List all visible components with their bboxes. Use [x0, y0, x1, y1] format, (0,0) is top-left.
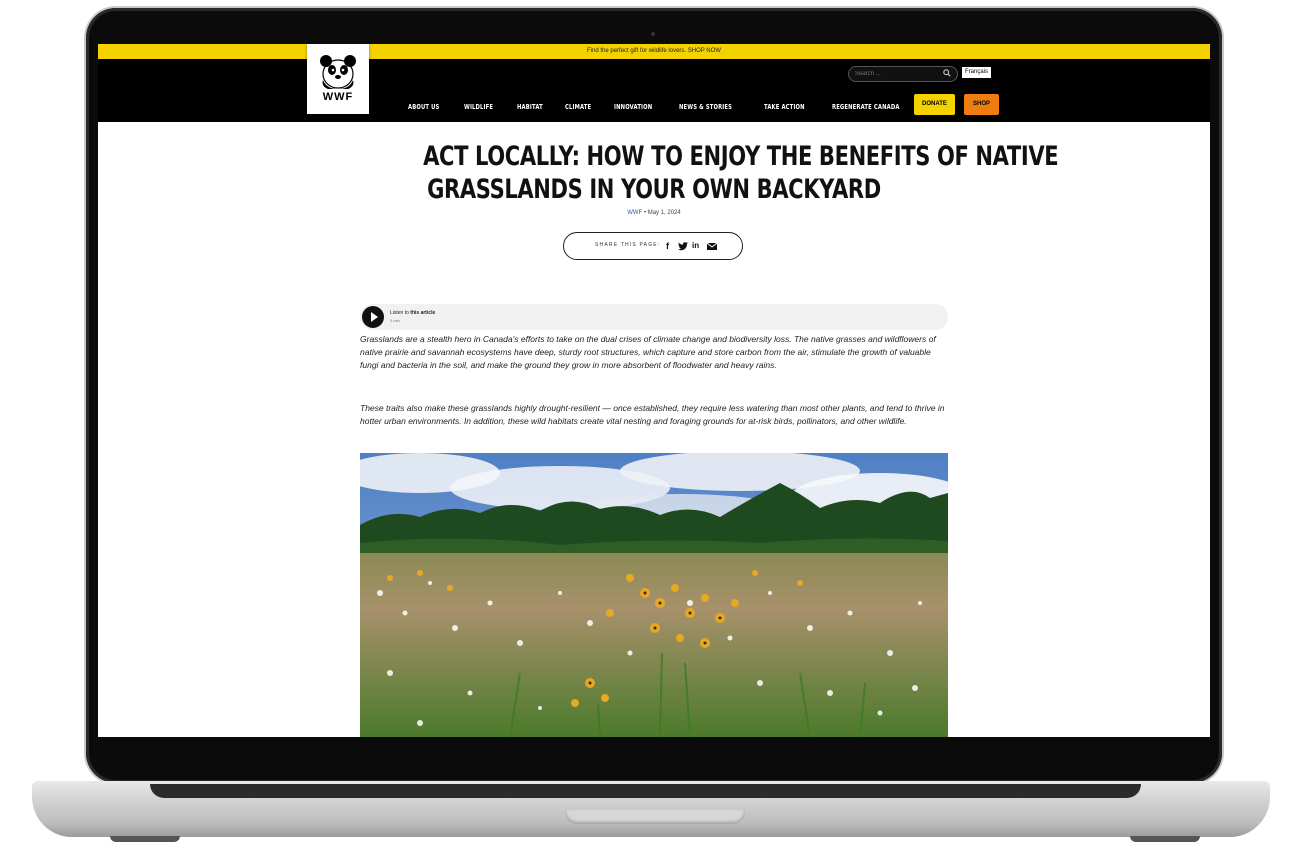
audio-duration: 3 min — [390, 318, 400, 323]
promo-banner[interactable]: Find the perfect gift for wildlife lover… — [98, 44, 1210, 59]
audio-label-bold: this article — [410, 310, 436, 316]
promo-text[interactable]: Find the perfect gift for wildlife lover… — [587, 48, 721, 54]
wildflower-meadow-image — [360, 453, 948, 737]
audio-player: Listen to this article 3 min — [360, 304, 948, 330]
shop-button[interactable]: SHOP — [964, 94, 999, 115]
title-line-2: GRASSLANDS IN YOUR OWN BACKYARD — [427, 174, 881, 205]
site-header: Français ABOUT US WILDLIFE HABITAT CLIMA… — [98, 59, 1210, 122]
share-label: SHARE THIS PAGE: — [595, 242, 661, 248]
twitter-icon[interactable] — [678, 242, 688, 251]
nav-item-habitat[interactable]: HABITAT — [517, 100, 543, 114]
language-link[interactable]: Français — [962, 67, 992, 78]
article-photo — [360, 453, 948, 737]
panda-icon — [320, 55, 356, 89]
email-icon[interactable] — [707, 243, 717, 250]
play-button[interactable] — [362, 306, 384, 328]
article-paragraph: These traits also make these grasslands … — [360, 403, 945, 426]
browser-screen: Find the perfect gift for wildlife lover… — [98, 44, 1210, 737]
article-paragraph: Grasslands are a stealth hero in Canada'… — [360, 334, 936, 370]
nav-item-wildlife[interactable]: WILDLIFE — [464, 100, 493, 114]
nav-item-climate[interactable]: CLIMATE — [565, 100, 591, 114]
laptop-foot-right — [1130, 836, 1200, 842]
nav-item-take-action[interactable]: TAKE ACTION — [764, 100, 805, 114]
byline: WWF • May 1, 2024 — [554, 210, 754, 216]
search-input[interactable] — [855, 68, 935, 80]
search-box — [848, 66, 958, 82]
logo-text: WWF — [322, 91, 354, 103]
laptop-keyboard-edge — [150, 784, 1141, 798]
wwf-logo[interactable]: WWF — [307, 44, 369, 114]
laptop-foot-left — [110, 836, 180, 842]
donate-button[interactable]: DONATE — [914, 94, 955, 115]
nav-item-regenerate-canada[interactable]: REGENERATE CANADA — [832, 100, 900, 114]
share-bar: SHARE THIS PAGE: f in — [563, 232, 743, 260]
webcam — [651, 32, 655, 36]
main-nav: ABOUT US WILDLIFE HABITAT CLIMATE INNOVA… — [408, 100, 936, 114]
audio-label-prefix: Listen to — [390, 310, 409, 316]
laptop-notch — [565, 810, 745, 824]
title-line-1: ACT LOCALLY: HOW TO ENJOY THE BENEFITS O… — [423, 141, 1059, 172]
author-link[interactable]: WWF — [627, 210, 642, 216]
nav-item-news-stories[interactable]: NEWS & STORIES — [679, 100, 732, 114]
nav-item-innovation[interactable]: INNOVATION — [614, 100, 652, 114]
facebook-icon[interactable]: f — [666, 241, 669, 251]
publish-date: • May 1, 2024 — [643, 210, 681, 216]
nav-item-about-us[interactable]: ABOUT US — [408, 100, 439, 114]
linkedin-icon[interactable]: in — [692, 241, 699, 251]
article-title: ACT LOCALLY: HOW TO ENJOY THE BENEFITS O… — [423, 140, 1059, 206]
search-icon[interactable] — [943, 69, 951, 77]
audio-label: Listen to this article — [390, 310, 435, 316]
